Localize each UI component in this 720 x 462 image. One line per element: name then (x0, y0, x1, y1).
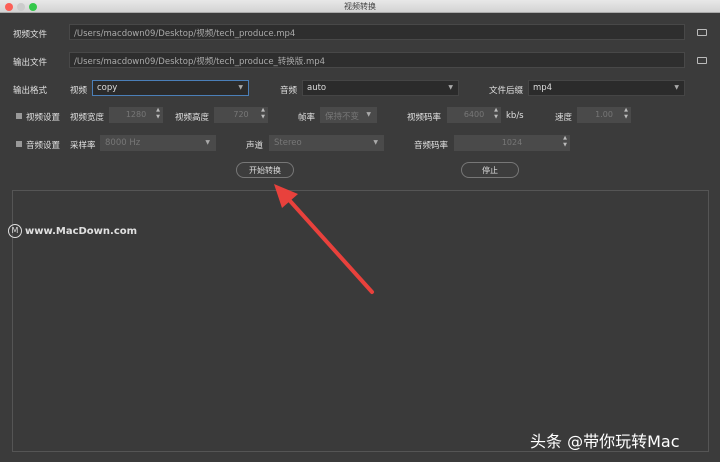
channel-label: 声道 (246, 141, 264, 151)
video-bitrate-label: 视频码率 (407, 113, 442, 123)
start-convert-button[interactable]: 开始转换 (236, 162, 294, 178)
video-format-value: copy (97, 83, 118, 93)
folder-icon[interactable] (697, 57, 707, 64)
chevron-down-icon: ▼ (238, 84, 243, 91)
speed-value: 1.00 (595, 110, 613, 119)
sample-rate-value: 8000 Hz (105, 138, 141, 148)
width-value: 1280 (125, 110, 147, 119)
video-format-label: 视频 (70, 86, 88, 96)
audio-bitrate-value: 1024 (501, 138, 523, 147)
folder-icon[interactable] (697, 29, 707, 36)
chevron-down-icon: ▼ (205, 139, 210, 146)
audio-settings-checkbox[interactable] (16, 141, 22, 147)
stepper-arrows-icon[interactable]: ▲ ▼ (156, 107, 160, 121)
speed-stepper[interactable]: 1.00 ▲ ▼ (577, 107, 631, 123)
output-file-label: 输出文件 (13, 58, 48, 68)
height-stepper[interactable]: 720 ▲ ▼ (214, 107, 268, 123)
video-bitrate-stepper[interactable]: 6400 ▲ ▼ (447, 107, 501, 123)
chevron-down-icon: ▼ (373, 139, 378, 146)
audio-bitrate-stepper[interactable]: 1024 ▲ ▼ (454, 135, 570, 151)
format-label: 输出格式 (13, 86, 48, 96)
stepper-arrows-icon[interactable]: ▲ ▼ (494, 107, 498, 121)
channel-value: Stereo (274, 138, 302, 148)
video-file-label: 视频文件 (13, 30, 48, 40)
video-settings-label: 视频设置 (26, 113, 61, 123)
width-stepper[interactable]: 1280 ▲ ▼ (109, 107, 163, 123)
height-label: 视频高度 (175, 113, 210, 123)
watermark-text: www.MacDown.com (25, 226, 138, 237)
video-settings-checkbox[interactable] (16, 113, 22, 119)
arrow-annotation-icon (274, 184, 374, 294)
stepper-arrows-icon[interactable]: ▲ ▼ (261, 107, 265, 121)
output-file-input[interactable]: /Users/macdown09/Desktop/视频/tech_produce… (69, 52, 685, 68)
stepper-arrows-icon[interactable]: ▲ ▼ (624, 107, 628, 121)
fps-select[interactable]: 保持不变 ▼ (320, 107, 377, 123)
footer-watermark: 头条 @带你玩转Mac (530, 432, 680, 451)
title-bar: 视频转换 (0, 0, 720, 13)
video-format-select[interactable]: copy ▼ (92, 80, 249, 96)
audio-format-label: 音频 (280, 86, 298, 96)
chevron-down-icon: ▼ (448, 84, 453, 91)
bitrate-unit: kb/s (506, 111, 524, 121)
audio-format-select[interactable]: auto ▼ (302, 80, 459, 96)
suffix-value: mp4 (533, 83, 553, 93)
height-value: 720 (233, 110, 249, 119)
audio-bitrate-label: 音频码率 (414, 141, 449, 151)
width-label: 视频宽度 (70, 113, 105, 123)
chevron-down-icon: ▼ (674, 84, 679, 91)
audio-settings-label: 音频设置 (26, 141, 61, 151)
video-bitrate-value: 6400 (463, 110, 485, 119)
channel-select[interactable]: Stereo ▼ (269, 135, 384, 151)
video-file-input[interactable]: /Users/macdown09/Desktop/视频/tech_produce… (69, 24, 685, 40)
window-title: 视频转换 (344, 2, 376, 11)
sample-rate-label: 采样率 (70, 141, 96, 151)
chevron-down-icon: ▼ (366, 111, 371, 118)
stop-button[interactable]: 停止 (461, 162, 519, 178)
fps-label: 帧率 (298, 113, 316, 123)
speed-label: 速度 (555, 113, 573, 123)
suffix-select[interactable]: mp4 ▼ (528, 80, 685, 96)
stepper-arrows-icon[interactable]: ▲ ▼ (563, 135, 567, 149)
audio-format-value: auto (307, 83, 327, 93)
fps-value: 保持不变 (325, 112, 360, 122)
suffix-label: 文件后缀 (489, 86, 524, 96)
macdown-logo-icon: M (8, 224, 22, 238)
sample-rate-select[interactable]: 8000 Hz ▼ (100, 135, 216, 151)
